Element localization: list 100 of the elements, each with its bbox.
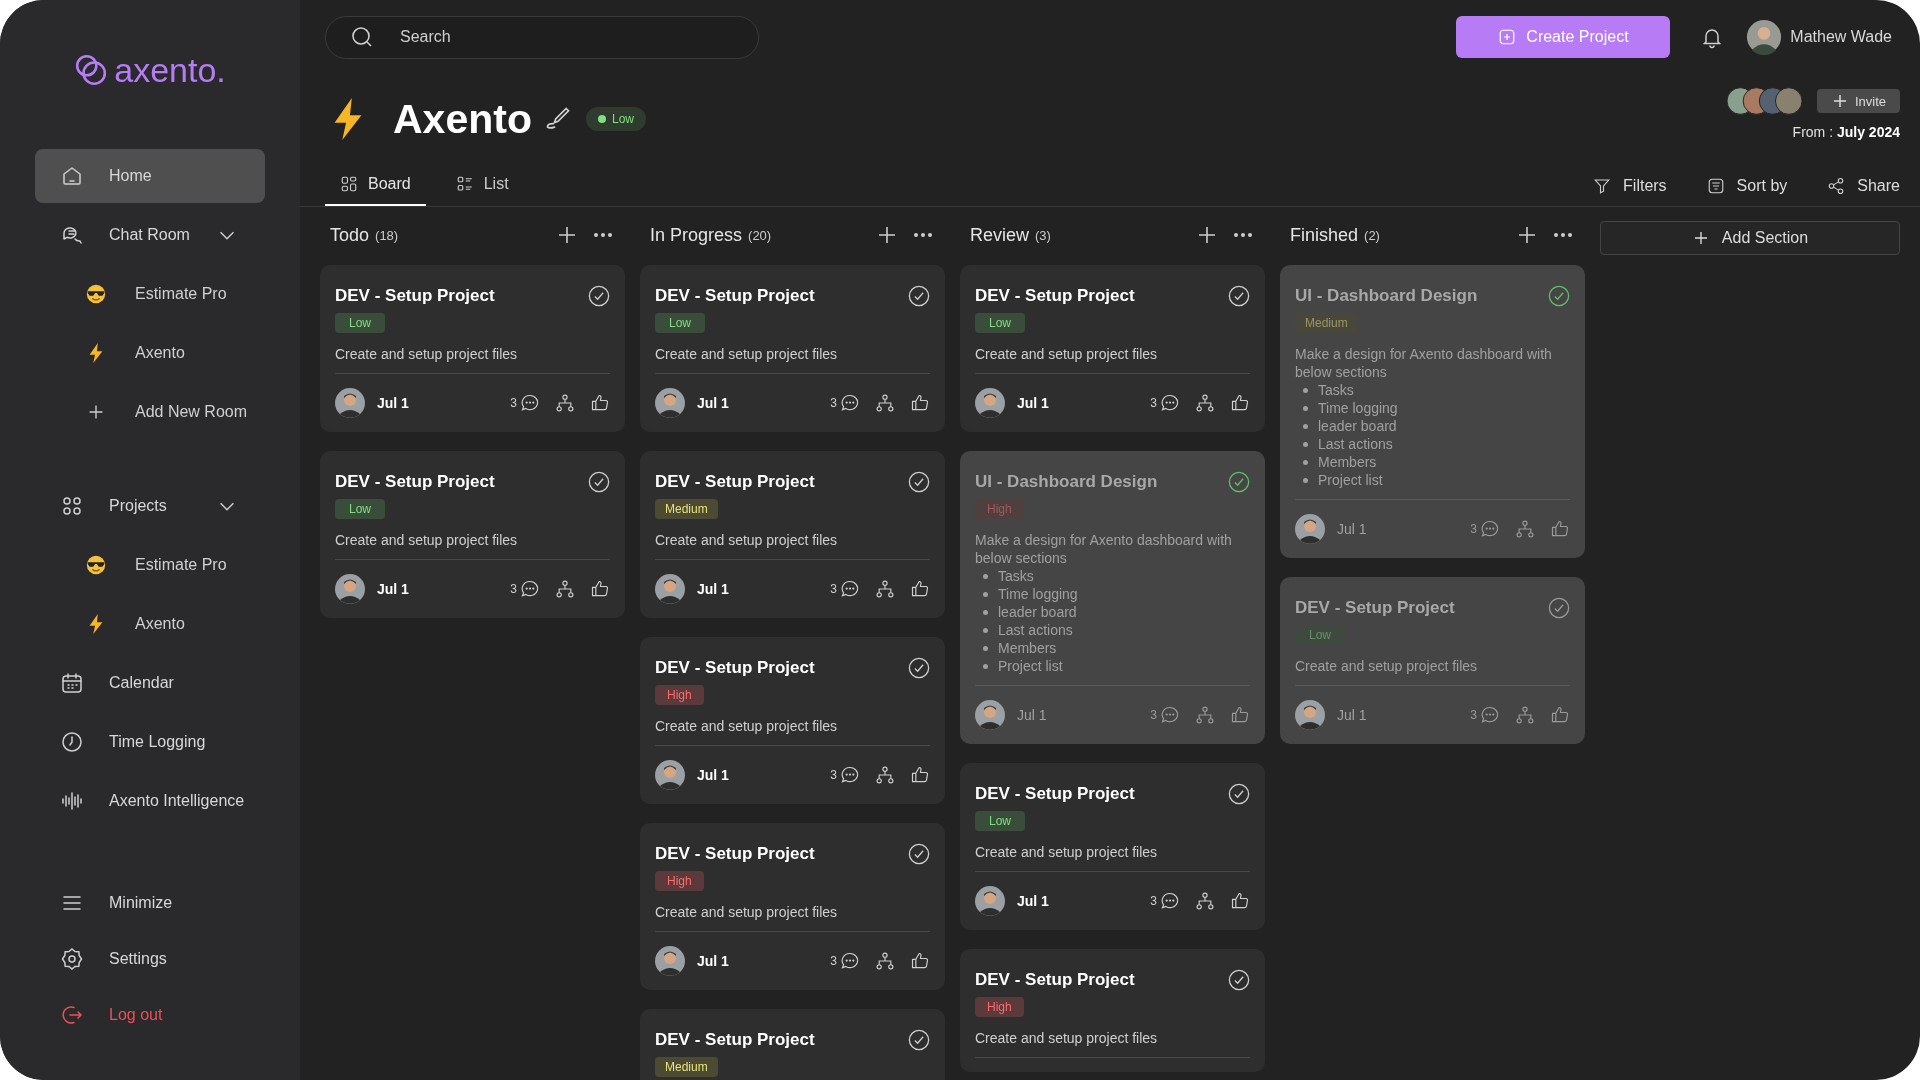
comment-icon[interactable] bbox=[520, 579, 540, 599]
priority-tag: High bbox=[655, 685, 704, 705]
nav-item[interactable]: Calendar bbox=[35, 656, 265, 710]
task-card[interactable]: DEV - Setup Project High Create and setup project files Jul 1 3 bbox=[640, 637, 945, 804]
search-field[interactable]: Search bbox=[325, 15, 759, 59]
task-card[interactable]: DEV - Setup Project Low Create and setup project files Jul 1 3 bbox=[960, 265, 1265, 432]
hierarchy-icon[interactable] bbox=[1195, 393, 1215, 413]
task-card[interactable]: DEV - Setup Project Low Create and setup project files Jul 1 3 bbox=[320, 451, 625, 618]
wave-icon bbox=[60, 789, 84, 813]
comment-icon[interactable] bbox=[1160, 891, 1180, 911]
thumbs-up-icon[interactable] bbox=[1230, 393, 1250, 413]
task-card[interactable]: DEV - Setup Project Low Create and setup project files Jul 1 3 bbox=[320, 265, 625, 432]
logout-item[interactable]: Log out bbox=[35, 988, 265, 1042]
comment-icon[interactable] bbox=[840, 579, 860, 599]
thumbs-up-icon[interactable] bbox=[590, 579, 610, 599]
thumbs-up-icon[interactable] bbox=[1230, 891, 1250, 911]
hierarchy-icon[interactable] bbox=[1515, 519, 1535, 539]
invite-button[interactable]: Invite bbox=[1816, 89, 1900, 113]
task-card[interactable]: UI - Dashboard Design High Make a design for Axento dashboard with below sections Tasks Time logging leader board Last actions Members Project list Jul 1 3 bbox=[960, 451, 1265, 744]
comment-icon[interactable] bbox=[520, 393, 540, 413]
hierarchy-icon[interactable] bbox=[875, 579, 895, 599]
list-item: Project list bbox=[983, 657, 1078, 675]
due-date: Jul 1 bbox=[1017, 893, 1049, 909]
task-card[interactable]: DEV - Setup Project Low Create and setup project files Jul 1 3 bbox=[960, 763, 1265, 930]
card-description: Create and setup project files bbox=[655, 903, 838, 921]
thumbs-up-icon[interactable] bbox=[1550, 705, 1570, 725]
task-card[interactable]: DEV - Setup Project High Create and setup project files Jul 1 3 bbox=[640, 823, 945, 990]
due-date: Jul 1 bbox=[1017, 707, 1047, 723]
check-circle-icon[interactable] bbox=[1548, 597, 1570, 619]
check-circle-icon[interactable] bbox=[1228, 969, 1250, 991]
check-circle-icon[interactable] bbox=[1228, 471, 1250, 493]
task-card[interactable]: DEV - Setup Project Low Create and setup project files Jul 1 3 bbox=[1280, 577, 1585, 744]
check-circle-icon[interactable] bbox=[908, 471, 930, 493]
nav-item[interactable]: Axento Intelligence bbox=[35, 774, 265, 828]
card-title: DEV - Setup Project bbox=[655, 658, 816, 678]
nav-subitem[interactable]: Axento bbox=[35, 597, 265, 651]
thumbs-up-icon[interactable] bbox=[910, 393, 930, 413]
assignee-avatar bbox=[975, 700, 1005, 730]
user-avatar[interactable] bbox=[1746, 19, 1783, 55]
task-card[interactable]: DEV - Setup Project Medium Create and setup project files Jul 1 3 bbox=[640, 451, 945, 618]
settings-item[interactable]: Settings bbox=[35, 932, 265, 986]
search-input[interactable]: Search bbox=[398, 27, 738, 47]
sort-button[interactable]: Sort by bbox=[1706, 177, 1788, 195]
task-card[interactable]: DEV - Setup Project Medium bbox=[640, 1009, 945, 1080]
thumbs-up-icon[interactable] bbox=[1230, 705, 1250, 725]
hierarchy-icon[interactable] bbox=[1195, 891, 1215, 911]
check-circle-icon[interactable] bbox=[588, 285, 610, 307]
nav-subitem[interactable]: Axento bbox=[35, 326, 265, 380]
priority-tag: High bbox=[975, 997, 1024, 1017]
add-section-button[interactable]: Add Section bbox=[1600, 221, 1900, 255]
nav-subitem[interactable]: Estimate Pro bbox=[35, 267, 265, 321]
comment-icon[interactable] bbox=[1160, 393, 1180, 413]
filter-icon bbox=[1593, 177, 1612, 195]
thumbs-up-icon[interactable] bbox=[910, 579, 930, 599]
check-circle-icon[interactable] bbox=[1228, 783, 1250, 805]
check-circle-icon[interactable] bbox=[908, 657, 930, 679]
nav-item[interactable]: Home bbox=[35, 149, 265, 203]
hierarchy-icon[interactable] bbox=[555, 393, 575, 413]
nav-item[interactable]: Chat Room bbox=[35, 208, 265, 262]
hierarchy-icon[interactable] bbox=[555, 579, 575, 599]
thumbs-up-icon[interactable] bbox=[910, 765, 930, 785]
hierarchy-icon[interactable] bbox=[1195, 705, 1215, 725]
thumbs-up-icon[interactable] bbox=[590, 393, 610, 413]
check-circle-icon[interactable] bbox=[908, 1029, 930, 1051]
nav-item[interactable]: Time Logging bbox=[35, 715, 265, 769]
check-circle-icon[interactable] bbox=[1548, 285, 1570, 307]
hierarchy-icon[interactable] bbox=[875, 393, 895, 413]
priority-tag: Low bbox=[655, 313, 705, 333]
task-card[interactable]: DEV - Setup Project Low Create and setup project files Jul 1 3 bbox=[640, 265, 945, 432]
view-tab[interactable]: List bbox=[440, 164, 524, 206]
thumbs-up-icon[interactable] bbox=[1550, 519, 1570, 539]
priority-tag: Medium bbox=[1295, 313, 1358, 333]
minimize-item[interactable]: Minimize bbox=[35, 876, 265, 930]
comment-count: 3 bbox=[1150, 894, 1157, 908]
comment-count: 3 bbox=[1470, 522, 1477, 536]
view-tab[interactable]: Board bbox=[325, 164, 426, 206]
thumbs-up-icon[interactable] bbox=[910, 951, 930, 971]
hierarchy-icon[interactable] bbox=[875, 765, 895, 785]
nav-subitem[interactable]: Add New Room bbox=[35, 385, 265, 439]
filter-button[interactable]: Filters bbox=[1593, 177, 1667, 195]
check-circle-icon[interactable] bbox=[908, 285, 930, 307]
nav-item[interactable]: Projects bbox=[35, 479, 265, 533]
comment-icon[interactable] bbox=[840, 393, 860, 413]
priority-badge: Low bbox=[585, 107, 646, 131]
task-card[interactable]: UI - Dashboard Design Medium Make a design for Axento dashboard with below sections Tasks Time logging leader board Last actions Members Project list Jul 1 3 bbox=[1280, 265, 1585, 558]
share-button[interactable]: Share bbox=[1827, 177, 1900, 195]
logo-text: axento. bbox=[114, 50, 226, 90]
hierarchy-icon[interactable] bbox=[875, 951, 895, 971]
hierarchy-icon[interactable] bbox=[1515, 705, 1535, 725]
task-card[interactable]: DEV - Setup Project High Create and setup project files bbox=[960, 949, 1265, 1072]
check-circle-icon[interactable] bbox=[1228, 285, 1250, 307]
assignee-avatar bbox=[975, 886, 1005, 916]
comment-icon[interactable] bbox=[840, 765, 860, 785]
member-avatars[interactable] bbox=[1726, 86, 1803, 116]
priority-tag: Low bbox=[335, 313, 385, 333]
card-title: DEV - Setup Project bbox=[975, 970, 1136, 990]
comment-icon[interactable] bbox=[840, 951, 860, 971]
check-circle-icon[interactable] bbox=[588, 471, 610, 493]
nav-subitem[interactable]: Estimate Pro bbox=[35, 538, 265, 592]
check-circle-icon[interactable] bbox=[908, 843, 930, 865]
